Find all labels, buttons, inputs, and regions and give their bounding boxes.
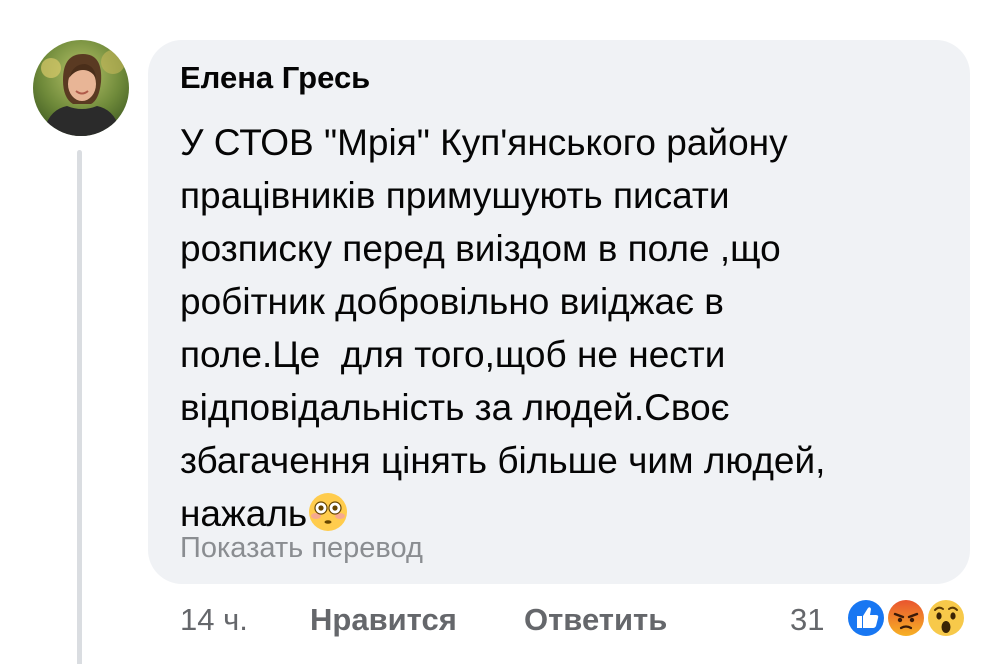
comment-line: поле.Це для того,щоб не нести (180, 334, 726, 375)
previous-comment-actions-fragment: ··· ········· ······ (225, 0, 468, 11)
comment-line: нажаль (180, 493, 308, 534)
comment-line: розписку перед виіздом в поле ,що (180, 228, 781, 269)
comment-timestamp[interactable]: 14 ч. (180, 602, 248, 638)
like-button[interactable]: Нравится (310, 602, 457, 638)
comment-author-name[interactable]: Елена Гресь (180, 60, 370, 96)
comment-line: робітник добровільно виіджає в (180, 281, 724, 322)
comment-line: У СТОВ "Мрія" Куп'янського району (180, 122, 788, 163)
thread-connector-line (77, 150, 82, 664)
wow-reaction-icon (925, 597, 967, 639)
avatar[interactable] (33, 40, 129, 136)
flushed-face-emoji-icon (309, 493, 348, 531)
comment-thread: ··· ········· ······ Елена Гресь У СТОВ … (0, 0, 1000, 664)
reply-button[interactable]: Ответить (524, 602, 667, 638)
show-translation-link[interactable]: Показать перевод (180, 532, 423, 565)
angry-reaction-icon (885, 597, 927, 639)
comment-line: збагачення цінять більше чим людей, (180, 440, 826, 481)
avatar-photo (33, 40, 129, 136)
like-reaction-icon (845, 597, 887, 639)
reactions-summary[interactable]: 31 (790, 596, 980, 642)
reaction-count: 31 (790, 602, 825, 637)
comment-line: працівників примушують писати (180, 175, 730, 216)
comment-line: відповідальність за людей.Своє (180, 387, 730, 428)
comment-text: У СТОВ "Мрія" Куп'янського району праців… (180, 116, 920, 540)
